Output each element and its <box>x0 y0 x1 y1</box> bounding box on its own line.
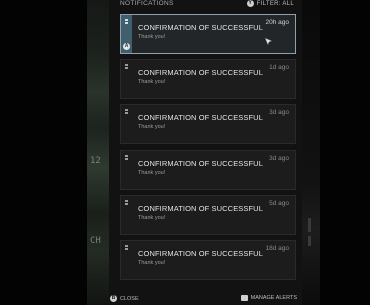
notification-accent: A <box>121 15 132 53</box>
notifications-panel: NOTIFICATIONS Y FILTER: ALL A CONFIRMATI… <box>109 0 302 305</box>
tag-icon <box>124 64 129 70</box>
background-glyph: CH <box>90 236 101 246</box>
notification-age: 5d ago <box>269 200 289 207</box>
panel-footer: B CLOSE MANAGE ALERTS <box>109 293 302 305</box>
notification-message: Thank you! <box>138 260 166 266</box>
notification-title: CONFIRMATION OF SUCCESSFUL <box>138 68 263 77</box>
game-world-background-right <box>302 0 320 305</box>
panel-title: NOTIFICATIONS <box>120 0 174 7</box>
notification-message: Thank you! <box>138 124 166 130</box>
manage-alerts-label: MANAGE ALERTS <box>250 295 297 301</box>
tag-icon <box>124 155 129 161</box>
view-button-icon <box>240 295 248 301</box>
notification-title: CONFIRMATION OF SUCCESSFUL <box>138 159 263 168</box>
notification-title: CONFIRMATION OF SUCCESSFUL <box>138 23 263 32</box>
notification-message: Thank you! <box>138 79 166 85</box>
notification-title: CONFIRMATION OF SUCCESSFUL <box>138 249 263 258</box>
notification-age: 1d ago <box>269 64 289 71</box>
close-label: CLOSE <box>120 295 139 302</box>
manage-alerts-button[interactable]: MANAGE ALERTS <box>240 295 297 301</box>
tag-icon <box>124 245 129 251</box>
filter-label: FILTER: ALL <box>256 0 294 7</box>
notification-title: CONFIRMATION OF SUCCESSFUL <box>138 113 263 122</box>
notification-age: 3d ago <box>269 155 289 162</box>
game-world-background-left: 12 CH <box>87 0 109 305</box>
filter-button[interactable]: Y FILTER: ALL <box>246 0 294 7</box>
notification-age: 20h ago <box>265 19 290 26</box>
a-button-icon: A <box>123 43 130 50</box>
notification-card[interactable]: CONFIRMATION OF SUCCESSFUL Thank you! 18… <box>120 240 296 280</box>
tag-icon <box>124 19 129 25</box>
close-button[interactable]: B CLOSE <box>110 295 139 302</box>
notification-card[interactable]: A CONFIRMATION OF SUCCESSFUL Thank you! … <box>120 14 296 54</box>
notification-title: CONFIRMATION OF SUCCESSFUL <box>138 204 263 213</box>
background-glyph: 12 <box>90 156 101 166</box>
b-button-icon: B <box>110 295 117 302</box>
notification-card[interactable]: CONFIRMATION OF SUCCESSFUL Thank you! 3d… <box>120 104 296 144</box>
notification-card[interactable]: CONFIRMATION OF SUCCESSFUL Thank you! 3d… <box>120 150 296 190</box>
notification-message: Thank you! <box>138 34 166 40</box>
notification-age: 3d ago <box>269 109 289 116</box>
background-mark <box>308 236 311 246</box>
background-mark <box>308 218 311 232</box>
notification-age: 18d ago <box>265 245 290 252</box>
notification-card[interactable]: CONFIRMATION OF SUCCESSFUL Thank you! 5d… <box>120 195 296 235</box>
notification-message: Thank you! <box>138 170 166 176</box>
pointer-cursor-icon <box>264 37 273 46</box>
panel-header: NOTIFICATIONS Y FILTER: ALL <box>109 0 302 9</box>
notification-card[interactable]: CONFIRMATION OF SUCCESSFUL Thank you! 1d… <box>120 59 296 99</box>
notification-message: Thank you! <box>138 215 166 221</box>
tag-icon <box>124 200 129 206</box>
tag-icon <box>124 109 129 115</box>
y-button-icon: Y <box>246 0 254 7</box>
game-screen: 12 CH NOTIFICATIONS Y FILTER: ALL A CONF… <box>0 0 370 305</box>
